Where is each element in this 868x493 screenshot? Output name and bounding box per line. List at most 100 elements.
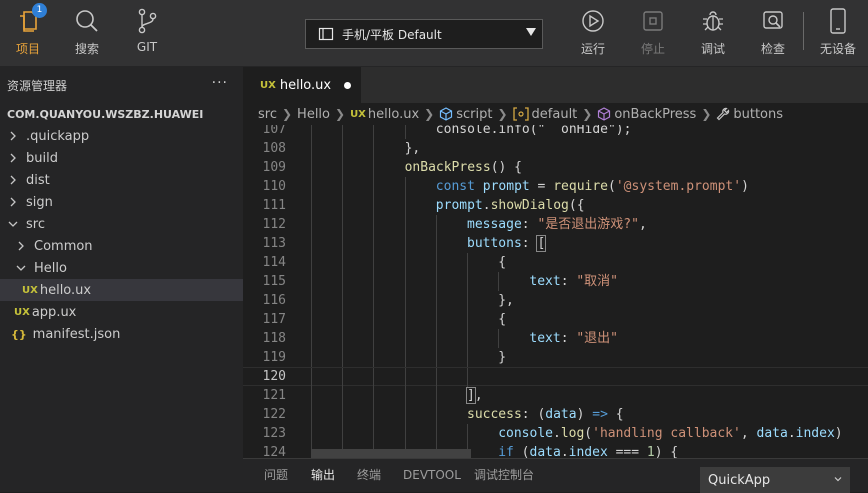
breadcrumb-item[interactable]: buttons: [733, 107, 783, 122]
git-branch-icon: [132, 6, 162, 36]
tree-item-hello[interactable]: Hello: [0, 257, 243, 279]
caret-down-icon: [526, 28, 536, 36]
code-text: buttons: [: [467, 234, 547, 253]
chevron-down-icon: [14, 261, 28, 275]
more-actions-icon[interactable]: ···: [212, 75, 228, 91]
tab-output[interactable]: 输出: [311, 459, 335, 492]
indent-guide: [311, 272, 312, 291]
tab-hello-ux[interactable]: UX hello.ux: [243, 67, 361, 103]
output-channel-select[interactable]: QuickApp: [700, 467, 850, 493]
tree-item-manifest[interactable]: {} manifest.json: [0, 323, 243, 345]
tree-item-quickapp[interactable]: .quickapp: [0, 125, 243, 147]
indent-guide: [342, 196, 344, 215]
search-button[interactable]: 搜索: [62, 6, 112, 60]
tab-problems[interactable]: 问题: [264, 459, 288, 492]
code-line[interactable]: 110 const prompt = require('@system.promp…: [243, 177, 868, 196]
chevron-right-icon: [6, 195, 20, 209]
tab-terminal[interactable]: 终端: [357, 459, 381, 492]
tree-item-hello-ux[interactable]: UX hello.ux: [0, 279, 243, 301]
code-token: onBackPress: [404, 160, 491, 175]
device-select[interactable]: 手机/平板 Default: [305, 19, 543, 49]
project-button[interactable]: 1 项目: [3, 3, 53, 60]
indent-guide: [404, 215, 406, 234]
indent-guide: [435, 310, 437, 329]
breadcrumb-item[interactable]: script: [456, 107, 492, 122]
tab-devtool[interactable]: DEVTOOL: [403, 459, 461, 492]
code-editor[interactable]: 107 console.info(" onHide"); 108}, 109 onBac…: [243, 125, 868, 458]
chevron-right-icon: ❯: [335, 107, 346, 121]
tree-item-app-ux[interactable]: UX app.ux: [0, 301, 243, 323]
code-line[interactable]: 119}: [243, 348, 868, 367]
code-text: success: (data) => {: [467, 405, 624, 424]
code-line[interactable]: 118 text: "退出": [243, 329, 868, 348]
stop-label: 停止: [640, 42, 665, 56]
indent-guide: [342, 368, 344, 387]
run-button[interactable]: 运行: [568, 6, 618, 60]
breadcrumb-item[interactable]: default: [532, 107, 578, 122]
code-token: success: [467, 407, 522, 422]
inspect-button[interactable]: 检查: [748, 6, 798, 60]
code-line[interactable]: 113 buttons: [: [243, 234, 868, 253]
indent-guide: [373, 234, 375, 253]
tree-item-sign[interactable]: sign: [0, 191, 243, 213]
indent-guide: [435, 253, 437, 272]
device-icon: [318, 27, 334, 41]
horizontal-scrollbar[interactable]: [311, 449, 471, 458]
debug-label: 调试: [700, 42, 725, 56]
indent-guide: [311, 215, 312, 234]
unsaved-dot-icon[interactable]: [344, 82, 351, 89]
breadcrumb-item[interactable]: onBackPress: [614, 107, 696, 122]
tree-item-src[interactable]: src: [0, 213, 243, 235]
indent-guide: [311, 158, 312, 177]
tree-item-label: sign: [26, 194, 53, 210]
tab-debug-console[interactable]: 调试控制台: [474, 459, 534, 492]
code-token: =: [529, 179, 554, 194]
tree-item-common[interactable]: Common: [0, 235, 243, 257]
code-line[interactable]: 115 text: "取消": [243, 272, 868, 291]
code-line[interactable]: 116},: [243, 291, 868, 310]
no-device-button[interactable]: 无设备: [813, 6, 863, 60]
code-token: ): [741, 179, 749, 194]
indent-guide: [342, 272, 344, 291]
code-line[interactable]: 117 {: [243, 310, 868, 329]
git-button[interactable]: GIT: [122, 6, 172, 60]
indent-guide: [342, 158, 344, 177]
tree-item-build[interactable]: build: [0, 147, 243, 169]
code-line[interactable]: 111 prompt.showDialog({: [243, 196, 868, 215]
indent-guide: [467, 291, 468, 310]
inspect-icon: [758, 6, 788, 36]
indent-guide: [435, 348, 437, 367]
stop-button[interactable]: 停止: [628, 6, 678, 60]
code-token: data: [529, 445, 561, 458]
code-token: 'handling callback': [592, 426, 741, 441]
code-line[interactable]: 109 onBackPress() {: [243, 158, 868, 177]
tree-item-label: dist: [26, 172, 50, 188]
chevron-down-icon: [6, 217, 20, 231]
chevron-right-icon: [6, 151, 20, 165]
breadcrumb-item[interactable]: hello.ux: [368, 107, 419, 122]
code-line[interactable]: 122 success: (data) => {: [243, 405, 868, 424]
indent-guide: [404, 386, 406, 405]
breadcrumb-item[interactable]: src: [258, 107, 277, 122]
code-line[interactable]: 112 message: "是否退出游戏?",: [243, 215, 868, 234]
indent-guide: [373, 310, 375, 329]
line-number: 110: [262, 179, 286, 194]
code-line[interactable]: 123 console.log('handling callback', data…: [243, 424, 868, 443]
tree-item-dist[interactable]: dist: [0, 169, 243, 191]
indent-guide: [467, 348, 468, 367]
line-number: 116: [262, 293, 286, 308]
code-token: prompt: [482, 179, 530, 194]
code-line[interactable]: 108},: [243, 139, 868, 158]
code-text: text: "取消": [529, 272, 618, 291]
code-line[interactable]: 121],: [243, 386, 868, 405]
indent-guide: [311, 139, 312, 158]
project-files-icon: 1: [13, 3, 47, 36]
breadcrumb-item[interactable]: Hello: [297, 107, 330, 122]
code-line[interactable]: 120: [243, 367, 868, 387]
code-line[interactable]: 107 console.info(" onHide");: [243, 125, 868, 139]
debug-button[interactable]: 调试: [688, 6, 738, 60]
indent-guide: [311, 424, 312, 443]
project-root[interactable]: COM.QUANYOU.WSZBZ.HUAWEI: [0, 103, 243, 125]
line-number: 108: [262, 141, 286, 156]
code-line[interactable]: 114 {: [243, 253, 868, 272]
